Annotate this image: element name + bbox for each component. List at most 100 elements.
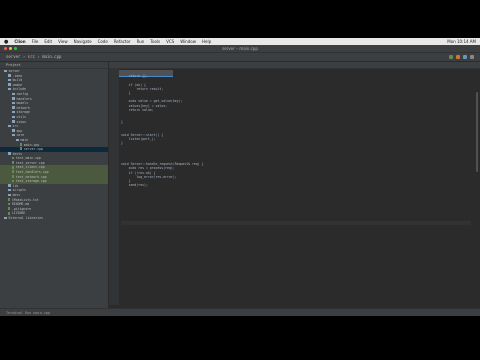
file-icon bbox=[12, 156, 15, 160]
file-icon bbox=[8, 198, 11, 201]
tree-item-label: test_network.cpp bbox=[15, 174, 47, 179]
folder-icon bbox=[8, 189, 11, 192]
menu-item[interactable]: Tools bbox=[150, 39, 160, 44]
folder-icon bbox=[12, 97, 15, 100]
tree-item-label: build bbox=[12, 78, 23, 83]
folder-icon bbox=[8, 78, 11, 82]
folder-icon bbox=[12, 101, 15, 105]
folder-icon bbox=[8, 184, 11, 187]
file-icon bbox=[8, 207, 11, 210]
folder-icon bbox=[12, 120, 15, 123]
code-editor[interactable]: return {}; if (ok) { return result; } au… bbox=[109, 62, 480, 308]
folder-icon bbox=[12, 106, 15, 109]
tree-item-label: core bbox=[16, 133, 25, 138]
tree-item-label: docs bbox=[12, 193, 21, 198]
tree-item-label: views bbox=[16, 119, 27, 124]
menu-item[interactable]: View bbox=[58, 39, 68, 44]
tree-item-label: test_main.cpp bbox=[15, 156, 41, 161]
run-icon[interactable] bbox=[449, 55, 453, 59]
file-icon bbox=[20, 142, 23, 146]
code-area[interactable]: return {}; if (ok) { return result; } au… bbox=[121, 70, 471, 238]
file-icon bbox=[12, 161, 15, 165]
folder-icon bbox=[16, 138, 19, 141]
editor-scrollbar[interactable] bbox=[476, 92, 478, 172]
tree-item-label: External Libraries bbox=[8, 216, 44, 220]
tree-item-label: .idea bbox=[12, 73, 23, 78]
menu-item[interactable]: Clion bbox=[14, 39, 25, 44]
debug-icon[interactable] bbox=[456, 55, 460, 59]
tree-item-label: include bbox=[12, 87, 26, 92]
menubar-clock: Mon 10:14 AM bbox=[447, 39, 476, 44]
tree-item-label: test_handlers.cpp bbox=[15, 170, 49, 175]
menu-item[interactable]: VCS bbox=[166, 39, 174, 44]
build-icon[interactable] bbox=[463, 55, 467, 59]
tree-item-label: .gitignore bbox=[11, 206, 32, 211]
menu-item[interactable]: Refactor bbox=[114, 39, 131, 44]
tree-item-label: server bbox=[8, 69, 21, 73]
menu-bar: ● Clion File Edit View Navigate Code Ref… bbox=[0, 38, 480, 45]
tree-item-label: config bbox=[16, 91, 29, 96]
folder-icon bbox=[8, 193, 11, 197]
editor-tabs bbox=[109, 62, 480, 77]
tree-item-label: test_client.cpp bbox=[15, 165, 45, 170]
folder-icon bbox=[8, 87, 11, 91]
tree-item-label: main bbox=[20, 137, 29, 142]
tree-folder-item[interactable]: External Libraries bbox=[0, 216, 108, 221]
folder-icon bbox=[4, 216, 7, 219]
folder-icon bbox=[8, 74, 11, 77]
tree-item-label: models bbox=[16, 101, 29, 106]
menu-item[interactable]: Edit bbox=[44, 39, 52, 44]
folder-icon bbox=[12, 110, 15, 114]
folder-icon bbox=[8, 83, 11, 86]
close-window-icon[interactable] bbox=[4, 47, 7, 50]
toolbar-icons bbox=[449, 55, 474, 59]
minimize-window-icon[interactable] bbox=[9, 47, 12, 50]
tree-item-label: main.cpp bbox=[23, 142, 40, 147]
tree-item-label: LICENSE bbox=[11, 211, 26, 216]
folder-icon bbox=[8, 124, 11, 128]
file-icon bbox=[20, 147, 23, 151]
file-icon bbox=[12, 175, 15, 178]
folder-icon bbox=[4, 69, 7, 72]
tree-item-label: cmake bbox=[12, 82, 23, 87]
menu-item[interactable]: Window bbox=[180, 39, 196, 44]
file-icon bbox=[8, 202, 11, 206]
status-text: Terminal Run main.cpp bbox=[6, 311, 51, 315]
status-bar: Terminal Run main.cpp bbox=[0, 308, 480, 316]
file-icon bbox=[12, 165, 15, 169]
tree-item-label: scripts bbox=[12, 188, 26, 193]
menu-item[interactable]: Navigate bbox=[74, 39, 92, 44]
folder-icon bbox=[12, 115, 15, 118]
tree-item-label: storage bbox=[16, 110, 30, 115]
tree-item-label: tests bbox=[12, 151, 23, 156]
tree-item-label: network bbox=[16, 105, 30, 110]
navigation-bar: server › src › main.cpp bbox=[0, 53, 480, 62]
folder-icon bbox=[12, 129, 15, 132]
menu-item[interactable]: File bbox=[32, 39, 39, 44]
menu-item[interactable]: Help bbox=[202, 39, 211, 44]
file-icon bbox=[12, 170, 15, 174]
screen: ● Clion File Edit View Navigate Code Ref… bbox=[0, 38, 480, 316]
breadcrumb[interactable]: server › src › main.cpp bbox=[6, 54, 61, 59]
search-icon[interactable] bbox=[470, 55, 474, 59]
tree-item-label: CMakeLists.txt bbox=[11, 197, 39, 202]
tree-item-label: lib bbox=[12, 183, 19, 188]
project-panel-header[interactable]: Project bbox=[0, 62, 108, 69]
tree-item-label: test_server.cpp bbox=[15, 160, 45, 165]
tree-item-label: utils bbox=[16, 114, 27, 119]
code-line[interactable] bbox=[121, 233, 471, 237]
tree-item-label: server.cpp bbox=[23, 147, 44, 152]
menu-item[interactable]: Code bbox=[98, 39, 108, 44]
menu-item[interactable]: Run bbox=[137, 39, 145, 44]
file-icon bbox=[8, 211, 11, 215]
tree-item-label: app bbox=[16, 128, 23, 133]
zoom-window-icon[interactable] bbox=[14, 47, 17, 50]
folder-icon bbox=[12, 133, 15, 137]
tree-item-label: test_storage.cpp bbox=[15, 179, 47, 184]
line-gutter bbox=[109, 69, 119, 305]
folder-icon bbox=[12, 92, 15, 95]
apple-icon[interactable]: ● bbox=[4, 39, 8, 45]
tree-item-label: src bbox=[12, 124, 19, 129]
project-panel: Project server .idea build cmake include conf… bbox=[0, 62, 109, 308]
tree-item-label: handlers bbox=[16, 96, 32, 101]
